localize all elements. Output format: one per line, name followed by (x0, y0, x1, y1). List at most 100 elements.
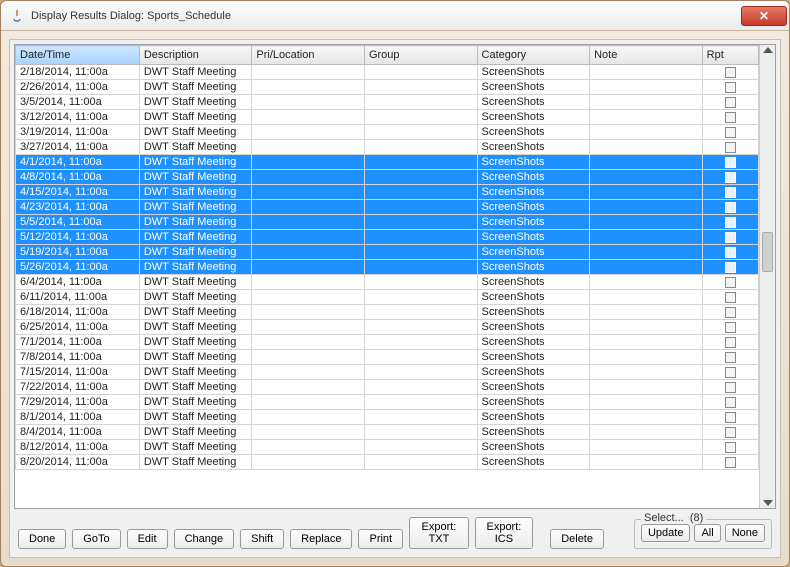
pri-location-cell[interactable] (252, 350, 365, 365)
rpt-checkbox[interactable] (725, 67, 736, 78)
rpt-checkbox[interactable] (725, 232, 736, 243)
category-cell[interactable]: ScreenShots (477, 290, 590, 305)
note-cell[interactable] (590, 440, 703, 455)
table-row[interactable]: 5/5/2014, 11:00aDWT Staff MeetingScreenS… (16, 215, 759, 230)
date-cell[interactable]: 5/19/2014, 11:00a (16, 245, 140, 260)
rpt-checkbox[interactable] (725, 352, 736, 363)
description-cell[interactable]: DWT Staff Meeting (139, 230, 252, 245)
category-cell[interactable]: ScreenShots (477, 350, 590, 365)
note-cell[interactable] (590, 95, 703, 110)
select-none-button[interactable]: None (725, 524, 765, 542)
category-cell[interactable]: ScreenShots (477, 260, 590, 275)
group-cell[interactable] (364, 80, 477, 95)
vertical-scrollbar[interactable] (759, 45, 775, 508)
group-cell[interactable] (364, 185, 477, 200)
replace-button[interactable]: Replace (290, 529, 352, 549)
category-cell[interactable]: ScreenShots (477, 230, 590, 245)
rpt-checkbox[interactable] (725, 427, 736, 438)
date-cell[interactable]: 6/25/2014, 11:00a (16, 320, 140, 335)
table-row[interactable]: 3/5/2014, 11:00aDWT Staff MeetingScreenS… (16, 95, 759, 110)
pri-location-cell[interactable] (252, 80, 365, 95)
group-cell[interactable] (364, 95, 477, 110)
pri-location-cell[interactable] (252, 215, 365, 230)
table-row[interactable]: 8/20/2014, 11:00aDWT Staff MeetingScreen… (16, 455, 759, 470)
table-row[interactable]: 4/8/2014, 11:00aDWT Staff MeetingScreenS… (16, 170, 759, 185)
scroll-thumb[interactable] (762, 232, 773, 272)
edit-button[interactable]: Edit (127, 529, 168, 549)
description-cell[interactable]: DWT Staff Meeting (139, 275, 252, 290)
group-cell[interactable] (364, 365, 477, 380)
group-cell[interactable] (364, 245, 477, 260)
results-table-scroll[interactable]: Date/TimeDescriptionPri/LocationGroupCat… (15, 45, 759, 508)
description-cell[interactable]: DWT Staff Meeting (139, 125, 252, 140)
date-cell[interactable]: 2/26/2014, 11:00a (16, 80, 140, 95)
pri-location-cell[interactable] (252, 440, 365, 455)
rpt-cell[interactable] (702, 440, 758, 455)
date-cell[interactable]: 7/15/2014, 11:00a (16, 365, 140, 380)
group-cell[interactable] (364, 140, 477, 155)
note-cell[interactable] (590, 155, 703, 170)
category-cell[interactable]: ScreenShots (477, 380, 590, 395)
table-row[interactable]: 5/19/2014, 11:00aDWT Staff Meeting Screen… (16, 245, 759, 260)
date-cell[interactable]: 4/1/2014, 11:00a (16, 155, 140, 170)
export-ics-button[interactable]: Export: ICS (475, 517, 533, 549)
group-cell[interactable] (364, 350, 477, 365)
note-cell[interactable] (590, 170, 703, 185)
rpt-cell[interactable] (702, 365, 758, 380)
note-cell[interactable] (590, 335, 703, 350)
note-cell[interactable] (590, 110, 703, 125)
table-row[interactable]: 3/19/2014, 11:00aDWT Staff MeetingScreen… (16, 125, 759, 140)
rpt-cell[interactable] (702, 380, 758, 395)
scroll-track[interactable] (760, 53, 775, 500)
category-cell[interactable]: ScreenShots (477, 155, 590, 170)
date-cell[interactable]: 8/4/2014, 11:00a (16, 425, 140, 440)
rpt-checkbox[interactable] (725, 397, 736, 408)
description-cell[interactable]: DWT Staff Meeting (139, 320, 252, 335)
pri-location-cell[interactable] (252, 140, 365, 155)
pri-location-cell[interactable] (252, 155, 365, 170)
table-row[interactable]: 2/18/2014, 11:00aDWT Staff MeetingScreen… (16, 65, 759, 80)
note-cell[interactable] (590, 275, 703, 290)
change-button[interactable]: Change (174, 529, 235, 549)
category-cell[interactable]: ScreenShots (477, 275, 590, 290)
date-cell[interactable]: 3/19/2014, 11:00a (16, 125, 140, 140)
rpt-checkbox[interactable] (725, 247, 736, 258)
rpt-cell[interactable] (702, 290, 758, 305)
date-cell[interactable]: 3/12/2014, 11:00a (16, 110, 140, 125)
note-cell[interactable] (590, 65, 703, 80)
note-cell[interactable] (590, 185, 703, 200)
note-cell[interactable] (590, 425, 703, 440)
table-row[interactable]: 6/11/2014, 11:00aDWT Staff MeetingScreen… (16, 290, 759, 305)
group-cell[interactable] (364, 380, 477, 395)
rpt-checkbox[interactable] (725, 292, 736, 303)
description-cell[interactable]: DWT Staff Meeting (139, 365, 252, 380)
rpt-cell[interactable] (702, 335, 758, 350)
pri-location-cell[interactable] (252, 320, 365, 335)
date-cell[interactable]: 3/5/2014, 11:00a (16, 95, 140, 110)
category-cell[interactable]: ScreenShots (477, 455, 590, 470)
date-cell[interactable]: 7/29/2014, 11:00a (16, 395, 140, 410)
rpt-cell[interactable] (702, 245, 758, 260)
note-cell[interactable] (590, 455, 703, 470)
group-cell[interactable] (364, 305, 477, 320)
category-cell[interactable]: ScreenShots (477, 245, 590, 260)
note-cell[interactable] (590, 290, 703, 305)
pri-location-cell[interactable] (252, 425, 365, 440)
date-cell[interactable]: 3/27/2014, 11:00a (16, 140, 140, 155)
description-cell[interactable]: DWT Staff Meeting (139, 185, 252, 200)
column-header[interactable]: Rpt (702, 46, 758, 65)
date-cell[interactable]: 4/15/2014, 11:00a (16, 185, 140, 200)
category-cell[interactable]: ScreenShots (477, 365, 590, 380)
date-cell[interactable]: 6/11/2014, 11:00a (16, 290, 140, 305)
description-cell[interactable]: DWT Staff Meeting (139, 350, 252, 365)
category-cell[interactable]: ScreenShots (477, 110, 590, 125)
note-cell[interactable] (590, 380, 703, 395)
description-cell[interactable]: DWT Staff Meeting (139, 245, 252, 260)
rpt-cell[interactable] (702, 155, 758, 170)
category-cell[interactable]: ScreenShots (477, 185, 590, 200)
group-cell[interactable] (364, 275, 477, 290)
date-cell[interactable]: 4/8/2014, 11:00a (16, 170, 140, 185)
description-cell[interactable]: DWT Staff Meeting (139, 200, 252, 215)
table-row[interactable]: 5/12/2014, 11:00aDWT Staff MeetingScreen… (16, 230, 759, 245)
rpt-cell[interactable] (702, 185, 758, 200)
